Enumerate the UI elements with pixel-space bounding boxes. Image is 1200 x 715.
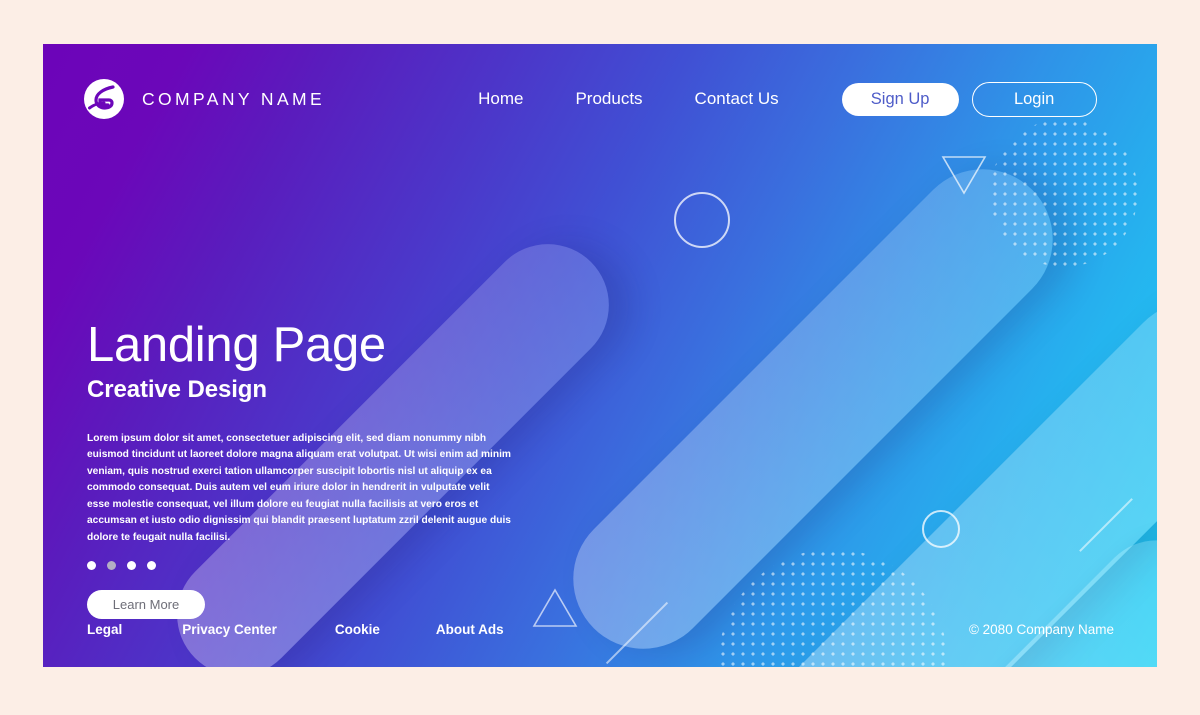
triangle-down-outline-icon	[941, 154, 987, 196]
page-subtitle: Creative Design	[87, 375, 267, 403]
page-title: Landing Page	[87, 318, 386, 372]
auth-actions: Sign Up Login	[841, 81, 1097, 117]
diagonal-rounded-bar-2	[544, 140, 1082, 667]
circle-outline-icon-small	[922, 510, 960, 548]
nav-item-products[interactable]: Products	[575, 89, 642, 109]
nav-item-contact-us[interactable]: Contact Us	[695, 89, 779, 109]
site-footer: Legal Privacy Center Cookie About Ads © …	[43, 591, 1157, 667]
footer-links: Legal Privacy Center Cookie About Ads	[87, 622, 504, 637]
footer-link-legal[interactable]: Legal	[87, 622, 122, 637]
hero-content: Landing Page Creative Design Lorem ipsum…	[87, 319, 557, 619]
sign-up-button[interactable]: Sign Up	[841, 82, 959, 116]
footer-link-cookie[interactable]: Cookie	[335, 622, 380, 637]
circle-outline-icon-large	[674, 192, 730, 248]
carousel-dot-4[interactable]	[147, 560, 156, 570]
footer-link-privacy-center[interactable]: Privacy Center	[182, 622, 277, 637]
copyright-notice: © 2080 Company Name	[968, 621, 1114, 637]
hero-banner-card: COMPANY NAME Home Products Contact Us Si…	[43, 44, 1157, 667]
swirl-circle-logo-icon	[83, 78, 125, 120]
login-button[interactable]: Login	[971, 81, 1097, 117]
primary-navigation: Home Products Contact Us	[478, 89, 779, 109]
carousel-dot-2[interactable]	[107, 560, 116, 570]
page-root: COMPANY NAME Home Products Contact Us Si…	[0, 0, 1200, 715]
nav-item-home[interactable]: Home	[478, 89, 523, 109]
brand-logo[interactable]: COMPANY NAME	[83, 78, 325, 120]
brand-name: COMPANY NAME	[142, 88, 326, 109]
site-header: COMPANY NAME Home Products Contact Us Si…	[43, 44, 1157, 154]
carousel-indicators	[87, 560, 557, 570]
diagonal-line-decoration-2	[1079, 498, 1133, 552]
hero-paragraph: Lorem ipsum dolor sit amet, consectetuer…	[87, 432, 511, 543]
carousel-dot-1[interactable]	[87, 560, 96, 570]
footer-link-about-ads[interactable]: About Ads	[436, 622, 504, 637]
carousel-dot-3[interactable]	[127, 560, 136, 570]
